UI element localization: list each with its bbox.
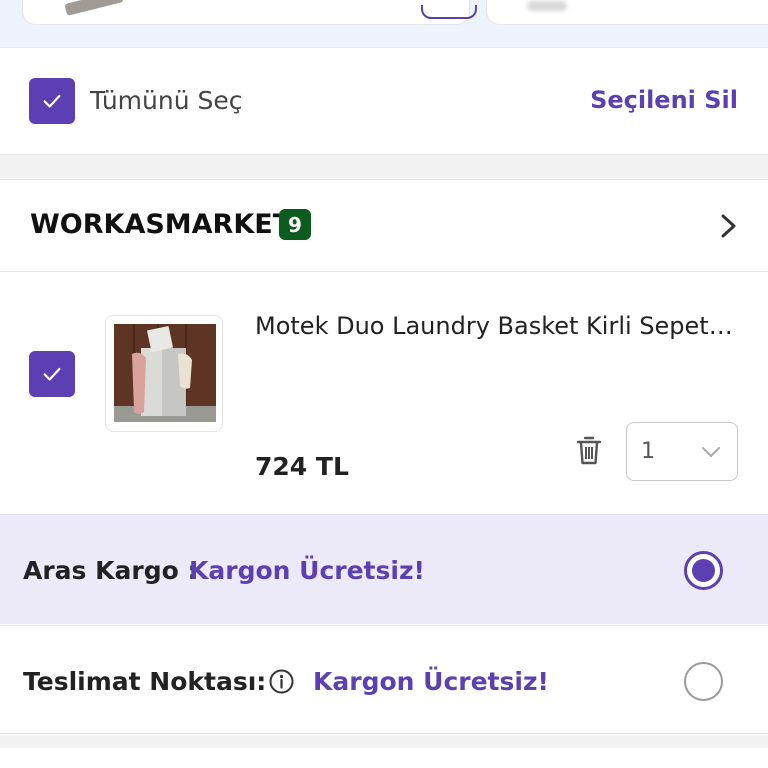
product-thumbnail <box>527 1 567 11</box>
shipping-option-label: Teslimat Noktası: <box>23 667 267 696</box>
select-all-row: Tümünü Seç Seçileni Sil <box>0 48 768 154</box>
cart-page: Tümünü Seç Seçileni Sil WORKASMARKET 9 M… <box>0 0 768 768</box>
info-icon[interactable] <box>268 668 295 695</box>
quantity-value: 1 <box>641 439 655 464</box>
shipping-option-aras[interactable]: Aras Kargo : Kargon Ücretsiz! <box>0 514 768 624</box>
cart-item: Motek Duo Laundry Basket Kirli Sepeti ..… <box>0 272 768 514</box>
chevron-down-icon <box>702 447 720 457</box>
shipping-radio-selected[interactable] <box>684 551 723 590</box>
check-icon <box>43 94 61 108</box>
section-divider <box>0 735 768 748</box>
seller-name: WORKASMARKET <box>30 209 292 240</box>
recommendation-strip <box>0 0 768 48</box>
product-title[interactable]: Motek Duo Laundry Basket Kirli Sepeti ..… <box>255 312 735 340</box>
add-button-fragment[interactable] <box>421 5 477 19</box>
product-price: 724 TL <box>255 452 349 481</box>
quantity-select[interactable]: 1 <box>626 422 738 481</box>
chevron-right-icon[interactable] <box>718 212 740 240</box>
recommendation-card[interactable] <box>22 0 477 25</box>
check-icon <box>43 367 61 381</box>
shipping-option-pickup-point[interactable]: Teslimat Noktası: Kargon Ücretsiz! <box>0 625 768 734</box>
shipping-option-label: Aras Kargo : <box>23 556 198 585</box>
recommendation-card[interactable] <box>486 0 768 25</box>
seller-item-count-badge: 9 <box>279 209 311 240</box>
laundry-basket-image <box>106 316 222 431</box>
seller-header[interactable]: WORKASMARKET 9 <box>0 180 768 272</box>
section-divider <box>0 154 768 180</box>
trash-icon[interactable] <box>576 434 602 466</box>
item-checkbox[interactable] <box>29 351 75 397</box>
select-all-checkbox[interactable] <box>29 78 75 124</box>
shipping-radio-unselected[interactable] <box>684 662 723 701</box>
product-image[interactable] <box>105 315 223 432</box>
free-shipping-text: Kargon Ücretsiz! <box>313 667 549 696</box>
product-thumbnail <box>64 0 124 16</box>
next-section <box>0 748 768 768</box>
select-all-label[interactable]: Tümünü Seç <box>90 86 243 115</box>
free-shipping-text: Kargon Ücretsiz! <box>189 556 425 585</box>
delete-selected-button[interactable]: Seçileni Sil <box>590 86 738 114</box>
